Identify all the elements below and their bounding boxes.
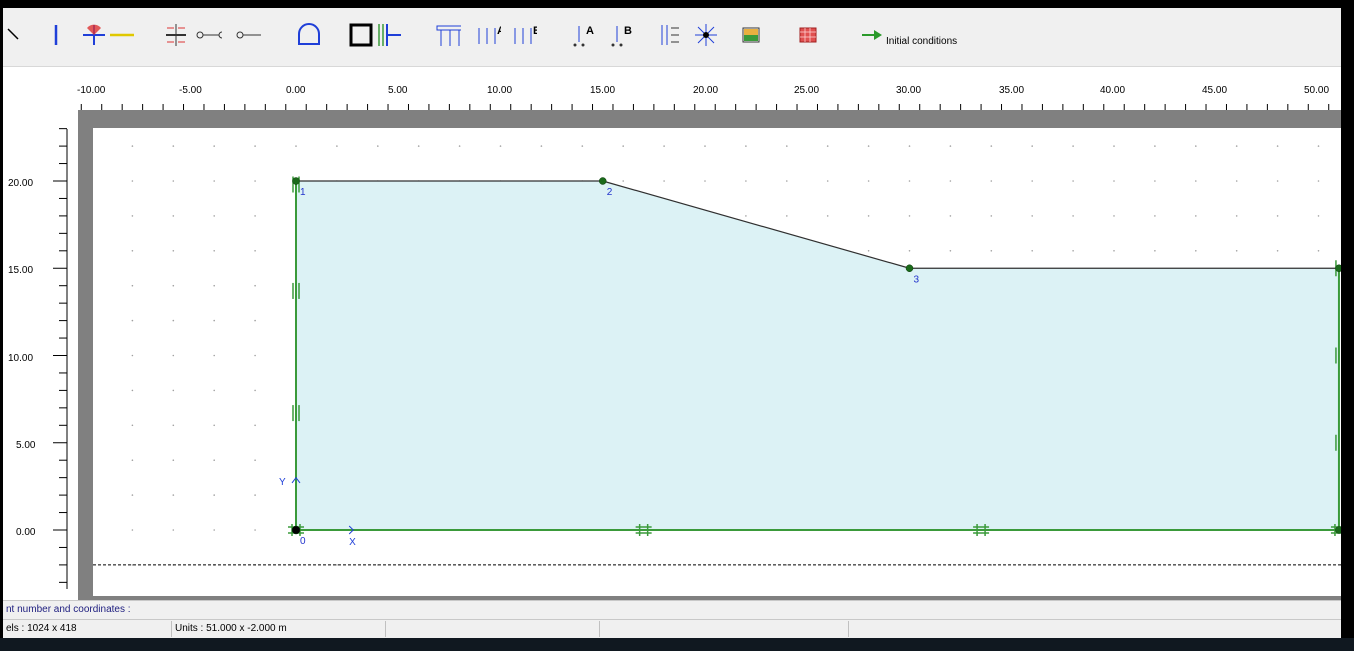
point-number-label: 2	[607, 187, 613, 198]
status-empty-cell	[386, 621, 600, 637]
initial-conditions-arrow-icon[interactable]	[859, 22, 885, 48]
y-axis-label: Y	[279, 477, 286, 488]
generate-mesh-icon[interactable]	[795, 22, 821, 48]
point-load-a-icon[interactable]: A	[571, 22, 597, 48]
drawing-canvas[interactable]: YX012345	[93, 128, 1341, 596]
svg-text:A: A	[497, 25, 501, 37]
x-tick-label: 20.00	[693, 85, 719, 96]
point-load-b-icon[interactable]: B	[609, 22, 635, 48]
x-tick-label: 25.00	[794, 85, 820, 96]
y-tick-label: 0.00	[16, 527, 36, 538]
node-to-node-anchor-icon[interactable]	[81, 22, 107, 48]
standard-fixities-icon[interactable]	[375, 22, 401, 48]
y-tick-label: 10.00	[8, 353, 34, 364]
status-bar: els : 1024 x 418 Units : 51.000 x -2.000…	[3, 619, 1341, 638]
x-tick-label: 30.00	[896, 85, 922, 96]
x-axis-label: X	[349, 537, 356, 548]
app-window: A B A B Initial conditions -10.00 -5.00 …	[3, 8, 1341, 638]
y-tick-label: 20.00	[8, 178, 34, 189]
distributed-load-icon[interactable]	[435, 22, 461, 48]
point-number-label: 1	[300, 187, 306, 198]
taskbar	[0, 638, 1354, 651]
x-tick-label: 15.00	[590, 85, 616, 96]
status-hint-bar: nt number and coordinates :	[3, 600, 1341, 620]
status-units: Units : 51.000 x -2.000 m	[172, 621, 386, 637]
x-tick-label: -5.00	[179, 85, 202, 96]
x-tick-label: 35.00	[999, 85, 1025, 96]
x-tick-label: 40.00	[1100, 85, 1126, 96]
svg-text:A: A	[586, 25, 594, 37]
x-tick-label: -10.00	[77, 85, 106, 96]
anchor-icon[interactable]	[196, 22, 222, 48]
geometry-point	[291, 525, 301, 535]
geometry-point	[1335, 264, 1341, 272]
status-pixels: els : 1024 x 418	[3, 621, 172, 637]
status-empty-cell	[600, 621, 849, 637]
initial-conditions-button[interactable]: Initial conditions	[886, 36, 957, 47]
vertical-ruler: 20.00 15.00 10.00 5.00 0.00	[3, 119, 78, 606]
interface-icon[interactable]	[163, 22, 189, 48]
svg-text:B: B	[624, 25, 632, 37]
prescribed-displacement-icon[interactable]	[657, 22, 683, 48]
distributed-load-b-icon[interactable]: B	[511, 22, 537, 48]
plate-icon[interactable]	[109, 22, 135, 48]
fixed-end-anchor-icon[interactable]	[235, 22, 261, 48]
toolbar: A B A B Initial conditions	[3, 8, 1341, 67]
x-tick-label: 10.00	[487, 85, 513, 96]
geometry-point	[905, 264, 914, 272]
tunnel-icon[interactable]	[296, 22, 322, 48]
point-number-label: 0	[300, 536, 306, 547]
svg-text:B: B	[533, 25, 537, 37]
geometry-point	[292, 177, 300, 185]
geometry-point	[599, 177, 607, 185]
selection-arrow-icon[interactable]	[3, 22, 29, 48]
status-empty-cell	[849, 621, 1340, 637]
material-sets-icon[interactable]	[738, 22, 764, 48]
status-hint: nt number and coordinates :	[6, 604, 131, 615]
geometry-line-icon[interactable]	[43, 22, 69, 48]
cluster-icon[interactable]	[348, 22, 374, 48]
geometry-model[interactable]: YX012345	[93, 128, 1341, 596]
x-tick-label: 45.00	[1202, 85, 1228, 96]
geometry-point	[1335, 526, 1341, 534]
x-tick-label: 0.00	[286, 85, 306, 96]
x-tick-label: 50.00	[1304, 85, 1330, 96]
distributed-load-a-icon[interactable]: A	[475, 22, 501, 48]
x-tick-label: 5.00	[388, 85, 408, 96]
soil-cluster	[296, 181, 1339, 530]
y-tick-label: 15.00	[8, 265, 34, 276]
rotation-fixity-icon[interactable]	[693, 22, 719, 48]
point-number-label: 3	[914, 274, 920, 285]
y-tick-label: 5.00	[16, 440, 36, 451]
